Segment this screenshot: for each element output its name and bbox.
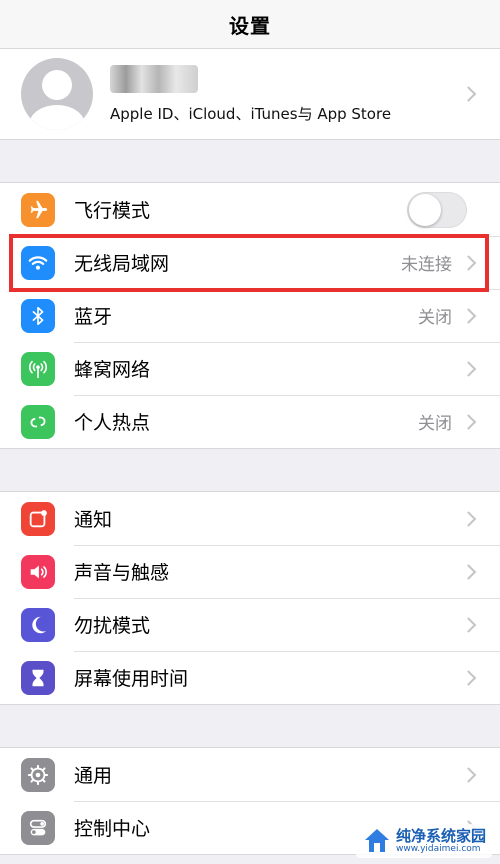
row-label: 声音与触感 <box>74 562 170 584</box>
speaker-icon <box>21 554 55 589</box>
row-label: 通知 <box>74 509 113 531</box>
row-label: 屏幕使用时间 <box>74 668 189 690</box>
settings-row-wifi[interactable]: 无线局域网 未连接 <box>0 236 500 289</box>
settings-row-sounds-haptics[interactable]: 声音与触感 <box>0 545 500 598</box>
settings-row-cellular[interactable]: 蜂窝网络 <box>0 342 500 395</box>
moon-icon <box>21 607 55 642</box>
watermark: 纯净系统家园 www.yidaimei.com <box>355 824 492 858</box>
hourglass-icon <box>21 660 55 695</box>
row-label: 蓝牙 <box>74 306 113 328</box>
page-title: 设置 <box>229 13 271 38</box>
settings-row-screen-time[interactable]: 屏幕使用时间 <box>0 651 500 704</box>
row-label: 勿扰模式 <box>74 615 151 637</box>
avatar <box>21 58 93 130</box>
profile-subtitle: Apple ID、iCloud、iTunes与 App Store <box>110 104 392 123</box>
settings-row-airplane-mode: 飞行模式 <box>0 183 500 236</box>
wifi-icon <box>21 245 55 280</box>
row-label: 通用 <box>74 765 113 787</box>
cellular-icon <box>21 351 55 386</box>
notification-icon <box>21 501 55 536</box>
watermark-name: 纯净系统家园 <box>395 826 486 845</box>
chevron-right-icon <box>460 307 477 324</box>
row-label: 个人热点 <box>74 412 151 434</box>
row-value: 关闭 <box>418 414 452 434</box>
watermark-logo-icon <box>364 829 389 852</box>
settings-row-do-not-disturb[interactable]: 勿扰模式 <box>0 598 500 651</box>
row-value: 关闭 <box>418 308 452 328</box>
bluetooth-icon <box>21 298 55 333</box>
chevron-right-icon <box>460 254 477 271</box>
settings-row-personal-hotspot[interactable]: 个人热点 关闭 <box>0 395 500 448</box>
hotspot-icon <box>21 404 55 439</box>
gear-icon <box>21 757 55 792</box>
chevron-right-icon <box>460 86 477 102</box>
profile-name-blurred <box>110 64 198 93</box>
nav-bar: 设置 <box>0 0 500 49</box>
row-label: 蜂窝网络 <box>74 359 151 381</box>
switches-icon <box>21 810 55 845</box>
connectivity-group: 飞行模式 无线局域网 未连接 蓝牙 关闭 蜂窝网络 个人热点 关闭 <box>0 182 500 449</box>
row-value: 未连接 <box>401 255 452 275</box>
airplane-icon <box>21 192 55 227</box>
settings-row-bluetooth[interactable]: 蓝牙 关闭 <box>0 289 500 342</box>
apple-id-profile-row[interactable]: Apple ID、iCloud、iTunes与 App Store <box>0 49 500 140</box>
row-label: 无线局域网 <box>74 253 170 275</box>
airplane-mode-toggle[interactable] <box>407 191 467 228</box>
settings-row-general[interactable]: 通用 <box>0 748 500 801</box>
notifications-group: 通知 声音与触感 勿扰模式 屏幕使用时间 <box>0 491 500 705</box>
chevron-right-icon <box>460 413 477 430</box>
settings-row-notifications[interactable]: 通知 <box>0 492 500 545</box>
watermark-url: www.yidaimei.com <box>395 843 481 854</box>
